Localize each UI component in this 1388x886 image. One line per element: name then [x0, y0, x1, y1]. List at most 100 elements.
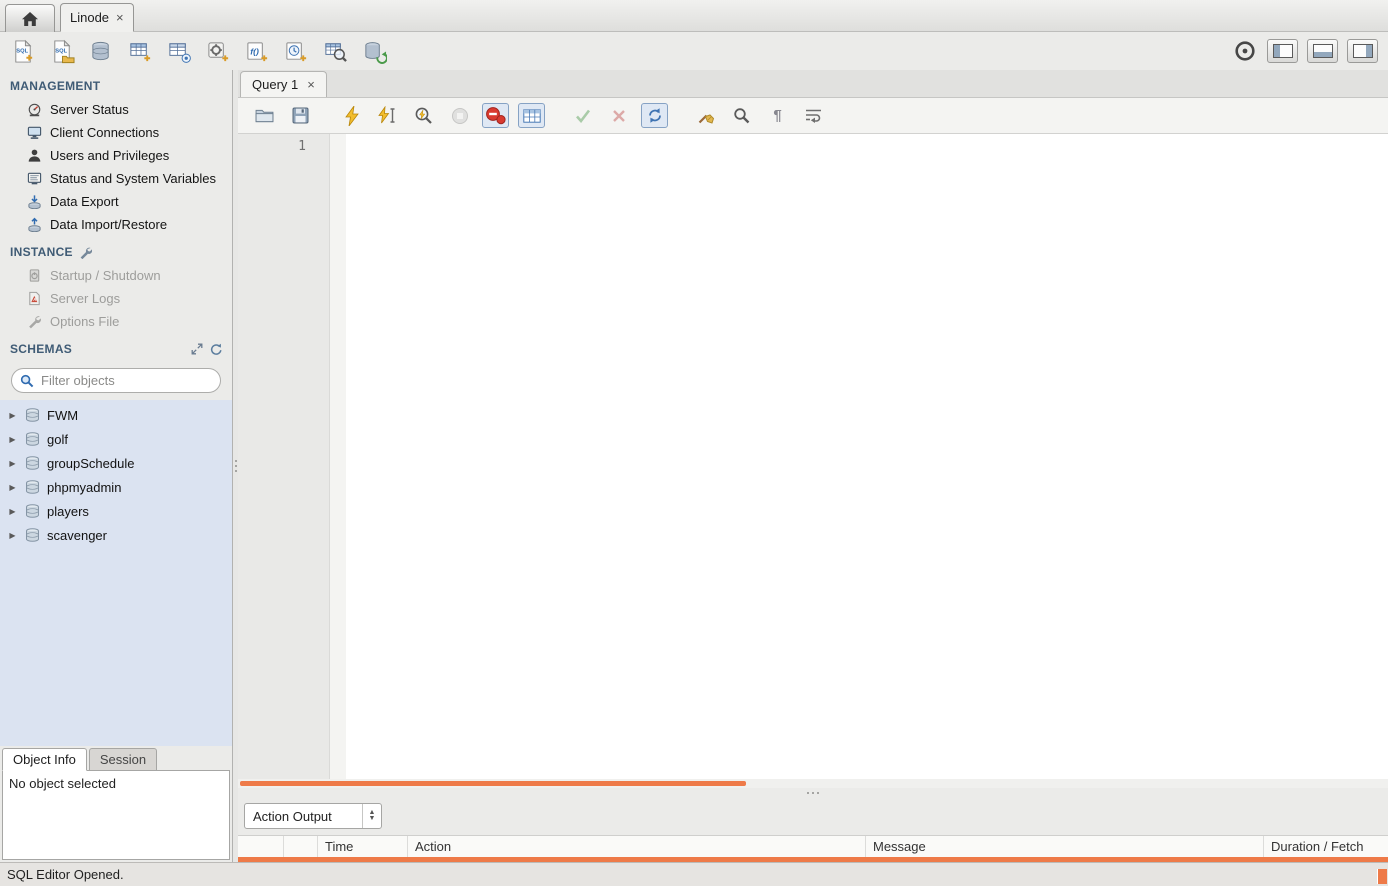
- sidebar-item-options-file[interactable]: Options File: [0, 310, 232, 333]
- open-script-icon[interactable]: [251, 103, 278, 128]
- options-wrench-icon: [26, 314, 42, 330]
- commit-icon[interactable]: [569, 103, 596, 128]
- editor-area: Query 1 ×: [238, 70, 1388, 862]
- expand-schemas-icon[interactable]: [191, 343, 203, 355]
- variables-monitor-icon: [26, 171, 42, 187]
- instance-section-header: INSTANCE: [0, 236, 232, 264]
- output-type-select[interactable]: Action Output ▲▼: [244, 803, 382, 829]
- rollback-icon[interactable]: [605, 103, 632, 128]
- toggle-bottom-panel-button[interactable]: [1307, 39, 1338, 63]
- home-tab[interactable]: [5, 4, 55, 32]
- schema-icon: [24, 527, 40, 543]
- sidebar-item-client-connections[interactable]: Client Connections: [0, 121, 232, 144]
- limit-rows-icon[interactable]: [518, 103, 545, 128]
- log-file-icon: A: [26, 291, 42, 307]
- wrap-text-icon[interactable]: [800, 103, 827, 128]
- sidebar-item-label: Client Connections: [50, 125, 159, 140]
- toggle-right-panel-button[interactable]: [1347, 39, 1378, 63]
- toggle-stop-on-error-icon[interactable]: [482, 103, 509, 128]
- sidebar-item-label: Status and System Variables: [50, 171, 216, 186]
- refresh-schemas-icon[interactable]: [209, 343, 222, 356]
- create-procedure-icon[interactable]: [205, 38, 232, 65]
- connection-tab-label: Linode: [70, 10, 109, 25]
- show-invisibles-icon[interactable]: ¶: [764, 103, 791, 128]
- stepper-icon[interactable]: ▲▼: [362, 804, 381, 828]
- schema-item-groupschedule[interactable]: ▶ groupSchedule: [0, 451, 232, 475]
- stop-icon[interactable]: [446, 103, 473, 128]
- schema-icon: [24, 479, 40, 495]
- window-tab-bar: Linode ×: [0, 0, 1388, 32]
- sidebar-item-label: Server Status: [50, 102, 129, 117]
- sidebar-item-status-system-variables[interactable]: Status and System Variables: [0, 167, 232, 190]
- toggle-left-panel-button[interactable]: [1267, 39, 1298, 63]
- sidebar-item-server-logs[interactable]: A Server Logs: [0, 287, 232, 310]
- search-icon: [20, 374, 34, 388]
- editor-hscrollbar[interactable]: [238, 779, 1388, 788]
- output-vscrollbar-thumb[interactable]: [1377, 869, 1387, 884]
- main-toolbar: SQL SQL f(): [0, 32, 1388, 70]
- output-splitter[interactable]: [238, 788, 1388, 797]
- explain-icon[interactable]: [410, 103, 437, 128]
- line-number: 1: [298, 139, 306, 154]
- schema-item-fwm[interactable]: ▶ FWM: [0, 403, 232, 427]
- hscrollbar-thumb[interactable]: [240, 781, 746, 786]
- save-script-icon[interactable]: [287, 103, 314, 128]
- user-icon: [26, 148, 42, 164]
- execute-icon[interactable]: [338, 103, 365, 128]
- object-info-panel: No object selected: [2, 770, 230, 860]
- create-function-icon[interactable]: f(): [244, 38, 271, 65]
- wrench-icon: [79, 246, 92, 259]
- create-event-icon[interactable]: [283, 38, 310, 65]
- schema-item-phpmyadmin[interactable]: ▶ phpmyadmin: [0, 475, 232, 499]
- filter-objects-input[interactable]: [39, 372, 219, 389]
- expander-icon[interactable]: ▶: [8, 531, 17, 540]
- query-tab-close-icon[interactable]: ×: [307, 78, 315, 91]
- column-index: [284, 836, 318, 857]
- sidebar-item-server-status[interactable]: Server Status: [0, 98, 232, 121]
- create-schema-icon[interactable]: [88, 38, 115, 65]
- editor-margin: [330, 134, 346, 779]
- create-view-icon[interactable]: [166, 38, 193, 65]
- sidebar-item-data-export[interactable]: Data Export: [0, 190, 232, 213]
- reconnect-dbms-icon[interactable]: [361, 38, 388, 65]
- expander-icon[interactable]: ▶: [8, 435, 17, 444]
- sidebar-item-users-privileges[interactable]: Users and Privileges: [0, 144, 232, 167]
- beautify-icon[interactable]: [692, 103, 719, 128]
- connection-tab[interactable]: Linode ×: [60, 3, 134, 32]
- find-icon[interactable]: [728, 103, 755, 128]
- svg-text:A: A: [33, 297, 36, 302]
- home-icon: [21, 11, 39, 27]
- connection-tab-close-icon[interactable]: ×: [116, 11, 124, 24]
- sidebar-item-startup-shutdown[interactable]: Startup / Shutdown: [0, 264, 232, 287]
- svg-text:SQL: SQL: [55, 48, 67, 54]
- schema-icon: [24, 407, 40, 423]
- schema-tree: ▶ FWM ▶ golf ▶ groupSchedule ▶ phpmyadmi…: [0, 400, 232, 746]
- schema-item-golf[interactable]: ▶ golf: [0, 427, 232, 451]
- expander-icon[interactable]: ▶: [8, 507, 17, 516]
- management-section-header: MANAGEMENT: [0, 70, 232, 98]
- tab-object-info[interactable]: Object Info: [2, 748, 87, 771]
- expander-icon[interactable]: ▶: [8, 483, 17, 492]
- sidebar-item-label: Server Logs: [50, 291, 120, 306]
- sql-editor[interactable]: 1: [238, 134, 1388, 779]
- schema-item-scavenger[interactable]: ▶ scavenger: [0, 523, 232, 547]
- connection-status-icon[interactable]: [1231, 38, 1258, 65]
- import-icon: [26, 217, 42, 233]
- schema-item-players[interactable]: ▶ players: [0, 499, 232, 523]
- expander-icon[interactable]: ▶: [8, 411, 17, 420]
- toggle-autocommit-icon[interactable]: [641, 103, 668, 128]
- execute-current-icon[interactable]: [374, 103, 401, 128]
- column-status: [238, 836, 284, 857]
- search-table-data-icon[interactable]: [322, 38, 349, 65]
- new-query-tab-icon[interactable]: SQL: [10, 38, 37, 65]
- schema-icon: [24, 503, 40, 519]
- sidebar-item-data-import[interactable]: Data Import/Restore: [0, 213, 232, 236]
- tab-query-1[interactable]: Query 1 ×: [240, 71, 327, 97]
- tab-session[interactable]: Session: [89, 748, 157, 771]
- open-sql-script-icon[interactable]: SQL: [49, 38, 76, 65]
- tab-label: Object Info: [13, 752, 76, 767]
- sql-text-area[interactable]: [346, 134, 1388, 779]
- expander-icon[interactable]: ▶: [8, 459, 17, 468]
- column-time: Time: [318, 836, 408, 857]
- create-table-icon[interactable]: [127, 38, 154, 65]
